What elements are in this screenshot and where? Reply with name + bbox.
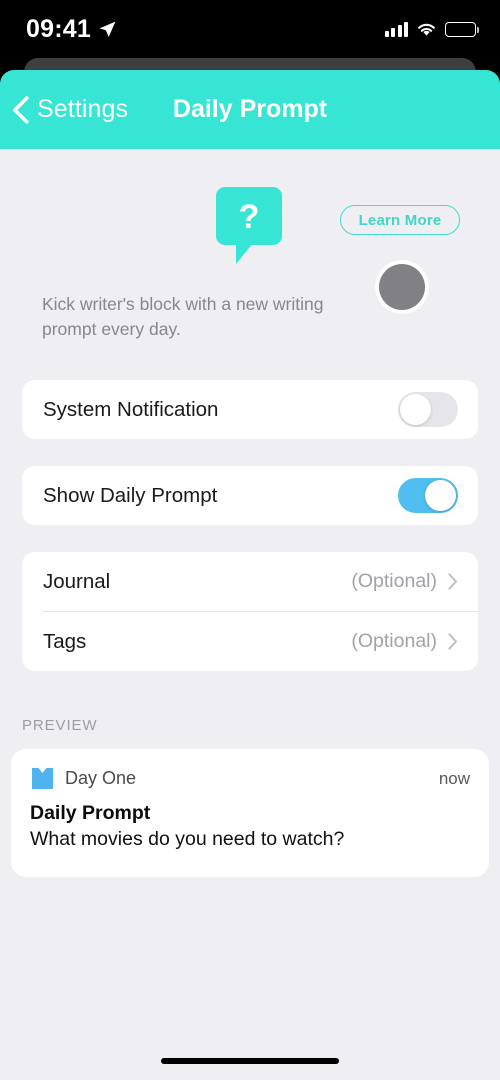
touch-point-indicator (379, 264, 425, 310)
status-bar: 09:41 (0, 0, 500, 58)
chevron-right-icon (448, 633, 457, 650)
back-button-label: Settings (37, 95, 129, 123)
status-bar-left: 09:41 (26, 15, 117, 44)
show-daily-prompt-card: Show Daily Prompt (22, 466, 478, 525)
notification-header: Day One now (30, 766, 470, 791)
cellular-signal-icon (384, 21, 408, 37)
notification-title: Daily Prompt (30, 802, 151, 824)
hero-section: ? Learn More (0, 149, 500, 264)
row-journal-right: (Optional) (351, 570, 458, 593)
toggle-system-notification[interactable] (398, 392, 458, 427)
chevron-left-icon (13, 95, 29, 124)
notification-preview-card: Day One now Daily Prompt What movies do … (11, 749, 489, 877)
question-speech-bubble-icon: ? (216, 187, 282, 264)
row-label-journal: Journal (43, 569, 111, 593)
location-arrow-icon (99, 21, 116, 37)
row-label-tags: Tags (43, 629, 87, 653)
row-value-tags: (Optional) (351, 630, 437, 652)
row-label-system-notification: System Notification (43, 397, 219, 421)
status-bar-clock: 09:41 (26, 14, 91, 43)
toggle-knob (400, 394, 431, 425)
settings-scroll-content: ? Learn More Kick writer's block with a … (0, 149, 500, 1080)
back-button[interactable]: Settings (0, 95, 128, 124)
row-tags[interactable]: Tags (Optional) (22, 612, 478, 671)
toggle-knob (425, 480, 456, 511)
row-label-show-daily-prompt: Show Daily Prompt (43, 483, 218, 507)
battery-full-icon (445, 21, 479, 37)
journal-tags-card: Journal (Optional) Tags (Optional) (22, 552, 478, 671)
svg-text:?: ? (239, 198, 260, 236)
home-indicator-bar[interactable] (161, 1058, 339, 1064)
notification-timestamp: now (438, 768, 470, 788)
navigation-bar: Settings Daily Prompt (0, 70, 500, 149)
notification-app-info: Day One (30, 766, 136, 791)
status-bar-right (384, 21, 479, 37)
row-show-daily-prompt[interactable]: Show Daily Prompt (22, 466, 478, 525)
system-notification-card: System Notification (22, 380, 478, 439)
toggle-show-daily-prompt[interactable] (398, 478, 458, 513)
wifi-icon (418, 23, 435, 36)
hero-description: Kick writer's block with a new writing p… (42, 294, 324, 339)
day-one-bookmark-icon (32, 768, 53, 789)
row-system-notification[interactable]: System Notification (22, 380, 478, 439)
row-tags-right: (Optional) (351, 630, 458, 653)
notification-body: What movies do you need to watch? (30, 828, 345, 850)
notification-app-name: Day One (65, 768, 137, 788)
learn-more-button[interactable]: Learn More (340, 205, 460, 235)
chevron-right-icon (448, 573, 457, 590)
row-value-journal: (Optional) (351, 570, 437, 592)
row-journal[interactable]: Journal (Optional) (22, 552, 478, 611)
preview-section-label: PREVIEW (22, 717, 98, 734)
